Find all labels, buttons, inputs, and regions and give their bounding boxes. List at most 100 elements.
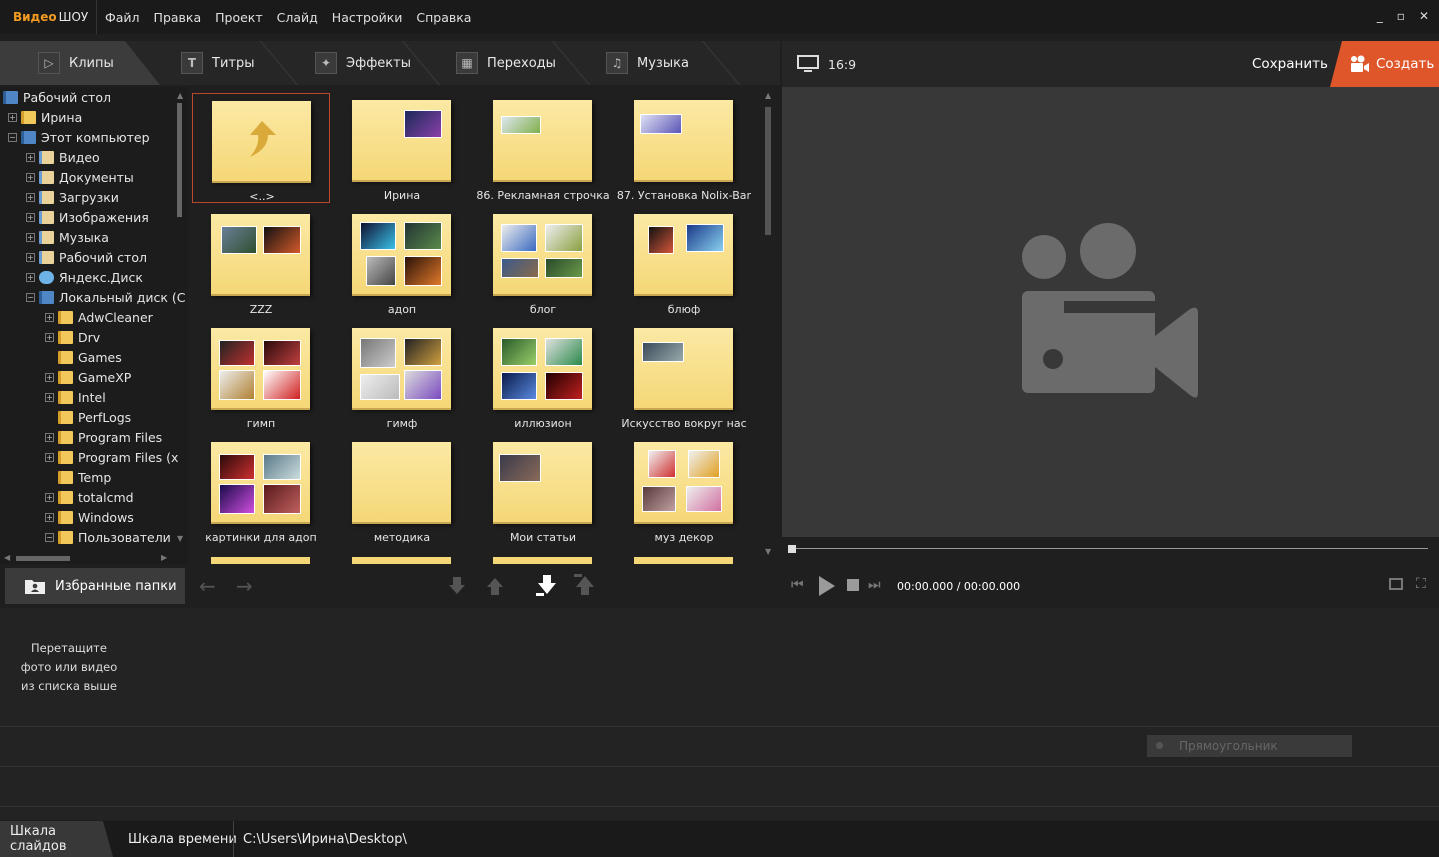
tree-item[interactable]: + Ирина [8,107,82,127]
expand-icon[interactable]: + [26,272,35,282]
folder-item[interactable]: блог [474,207,612,317]
scroll-up-icon[interactable]: ▲ [177,91,183,100]
collapse-icon[interactable]: − [45,532,54,542]
snapshot-icon[interactable] [1389,578,1403,590]
tree-item[interactable]: Games [45,347,122,367]
folder-icon[interactable] [352,557,451,564]
scroll-up-icon[interactable]: ▲ [765,91,771,100]
expand-icon[interactable]: + [26,232,35,242]
tree-item[interactable]: + Program Files (x [45,447,178,467]
tree-item[interactable]: Рабочий стол [3,87,111,107]
expand-icon[interactable]: + [45,392,54,402]
folder-item[interactable]: блюф [615,207,753,317]
collapse-icon[interactable]: − [8,132,17,142]
tree-item[interactable]: + Рабочий стол [26,247,147,267]
expand-icon[interactable]: + [26,212,35,222]
menu-help[interactable]: Справка [409,10,478,25]
folder-item[interactable]: Искусство вокруг нас [615,321,753,431]
aspect-ratio-selector[interactable]: 16:9 [797,55,856,73]
expand-icon[interactable]: + [45,492,54,502]
menu-file[interactable]: Файл [98,10,147,25]
tree-scrollbar-thumb[interactable] [177,103,182,217]
folder-item[interactable]: адоп [333,207,471,317]
menu-edit[interactable]: Правка [147,10,209,25]
tree-item[interactable]: + Загрузки [26,187,119,207]
grid-scrollbar-thumb[interactable] [765,107,771,235]
move-up-icon[interactable] [487,577,503,595]
tab-transitions[interactable]: ▦ Переходы [456,41,556,85]
folder-item[interactable]: Ирина [333,93,471,203]
folder-item[interactable]: гимп [192,321,330,431]
close-icon[interactable]: ✕ [1419,9,1429,23]
tab-time-scale[interactable]: Шкала времени [128,821,237,857]
tree-item[interactable]: + Изображения [26,207,149,227]
tab-titles[interactable]: T Титры [181,41,254,85]
tab-clips[interactable]: ▷ Клипы [0,41,160,85]
restore-icon[interactable]: ▫ [1397,9,1405,23]
tree-item[interactable]: + Яндекс.Диск [26,267,143,287]
expand-icon[interactable]: + [45,432,54,442]
favorite-folders-button[interactable]: Избранные папки [5,568,185,604]
expand-icon[interactable]: + [45,372,54,382]
tab-effects[interactable]: ✦ Эффекты [315,41,411,85]
folder-item[interactable]: гимф [333,321,471,431]
skip-end-icon[interactable]: ⏭ [868,577,881,593]
play-icon[interactable] [818,575,836,597]
scroll-right-icon[interactable]: ▶ [161,553,167,562]
expand-icon[interactable]: + [45,332,54,342]
menu-project[interactable]: Проект [208,10,270,25]
folder-item[interactable]: 86. Рекламная строчка [474,93,612,203]
tree-item[interactable]: + Program Files [45,427,162,447]
tree-item[interactable]: + GameXP [45,367,131,387]
create-button[interactable]: Создать [1330,41,1439,87]
tree-hscrollbar-thumb[interactable] [16,556,70,561]
tree-item[interactable]: + Документы [26,167,134,187]
tree-item[interactable]: − Пользователи [45,527,171,547]
scroll-left-icon[interactable]: ◀ [4,553,10,562]
tree-item[interactable]: Temp [45,467,111,487]
save-button[interactable]: Сохранить [1252,56,1328,72]
menu-settings[interactable]: Настройки [325,10,410,25]
playback-progress-track[interactable] [788,548,1428,549]
folder-item[interactable]: иллюзион [474,321,612,431]
expand-icon[interactable]: + [8,112,17,122]
add-all-up-icon[interactable] [574,574,596,596]
forward-arrow-icon[interactable]: → [236,574,253,598]
folder-item[interactable]: методика [333,435,471,545]
stop-icon[interactable] [847,579,859,591]
slide-timeline[interactable]: Перетащите фото или видео из списка выше… [0,608,1439,820]
folder-icon[interactable] [211,557,310,564]
tree-item[interactable]: PerfLogs [45,407,131,427]
scroll-down-icon[interactable]: ▼ [765,547,771,556]
tree-item[interactable]: + Музыка [26,227,109,247]
expand-icon[interactable]: + [45,312,54,322]
tree-item[interactable]: + totalcmd [45,487,134,507]
back-arrow-icon[interactable]: ← [199,574,216,598]
folder-icon[interactable] [634,557,733,564]
expand-icon[interactable]: + [26,172,35,182]
expand-icon[interactable]: + [26,252,35,262]
tree-item[interactable]: + AdwCleaner [45,307,153,327]
tree-item[interactable]: − Этот компьютер [8,127,150,147]
folder-item[interactable]: 87. Установка Nolix-Bar [615,93,753,203]
move-down-icon[interactable] [449,577,465,595]
expand-icon[interactable]: + [26,192,35,202]
add-all-down-icon[interactable] [536,574,558,596]
playback-progress-knob[interactable] [788,545,796,553]
expand-icon[interactable]: + [45,512,54,522]
tab-slide-scale[interactable]: Шкала слайдов [0,821,113,857]
tree-item[interactable]: + Windows [45,507,134,527]
skip-start-icon[interactable]: ⏮ [791,577,804,593]
collapse-icon[interactable]: − [26,292,35,302]
folder-item[interactable]: <..> [192,93,330,203]
tab-music[interactable]: ♫ Музыка [606,41,689,85]
tree-item[interactable]: + Intel [45,387,106,407]
folder-item[interactable]: муз декор [615,435,753,545]
folder-item[interactable]: Мои статьи [474,435,612,545]
tree-item[interactable]: − Локальный диск (С [26,287,186,307]
expand-icon[interactable]: + [45,452,54,462]
fullscreen-icon[interactable]: ⛶ [1416,576,1426,592]
minimize-icon[interactable]: _ [1377,9,1383,23]
tree-item[interactable]: + Видео [26,147,100,167]
expand-icon[interactable]: + [26,152,35,162]
